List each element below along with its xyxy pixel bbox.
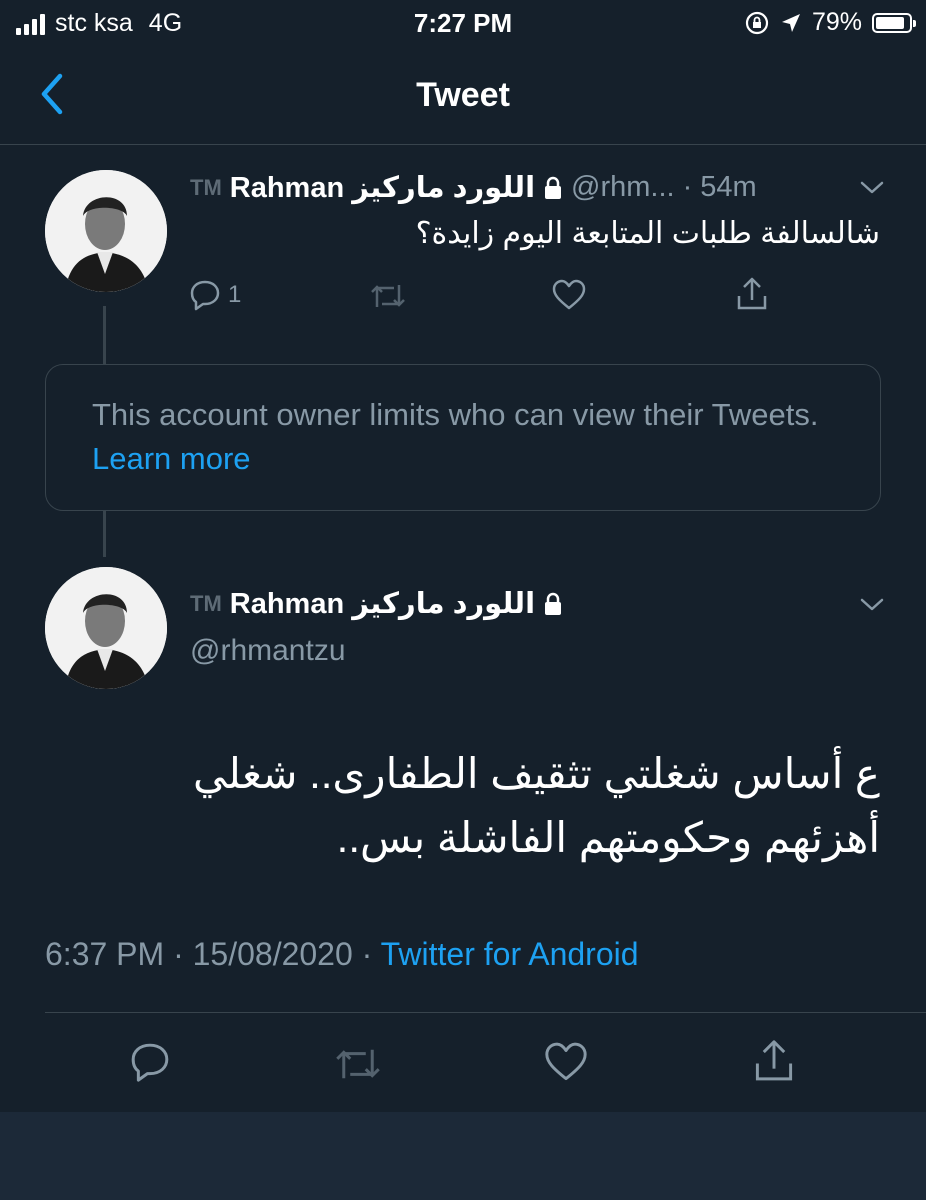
author-name[interactable]: Rahman اللورد ماركيز (230, 170, 535, 205)
status-bar: stc ksa 4G 7:27 PM 79% (0, 0, 926, 46)
tm-label: TM (190, 590, 222, 616)
reply-tweet-header: TM Rahman اللورد ماركيز @rhm... · 54m (190, 170, 757, 205)
reply-composer-bar[interactable] (0, 1112, 926, 1200)
lock-icon (545, 176, 562, 199)
reply-count: 1 (228, 281, 242, 308)
separator-dot: · (682, 171, 693, 203)
avatar[interactable] (45, 567, 167, 689)
tweet-detail-screen: stc ksa 4G 7:27 PM 79% Tweet TM Rahman ا… (0, 0, 926, 1200)
tweet-actions (0, 1040, 926, 1090)
thread-line (103, 511, 106, 557)
like-button[interactable] (543, 1040, 589, 1084)
reply-icon (190, 280, 220, 311)
share-icon (737, 277, 767, 310)
retweet-button[interactable] (332, 1042, 384, 1086)
tweet-actions: 1 (188, 276, 788, 318)
reply-button[interactable] (128, 1040, 172, 1084)
share-button[interactable] (735, 276, 769, 312)
limited-account-notice: This account owner limits who can view t… (45, 364, 881, 511)
retweet-button[interactable] (368, 279, 408, 313)
tweet-text: شالسالفة طلبات المتابعة اليوم زايدة؟ (415, 217, 880, 250)
lock-icon (545, 592, 562, 615)
retweet-icon (371, 285, 405, 307)
tweet-age: 54m (700, 171, 757, 203)
author-name[interactable]: Rahman اللورد ماركيز (230, 586, 535, 621)
tm-label: TM (190, 174, 222, 200)
chevron-down-icon[interactable] (859, 597, 885, 613)
thread-line (103, 306, 106, 364)
tweet-timestamp: 6:37 PM · 15/08/2020 · (45, 936, 373, 972)
retweet-icon (336, 1049, 380, 1079)
tweet-meta: 6:37 PM · 15/08/2020 · Twitter for Andro… (45, 936, 639, 973)
orientation-lock-icon (745, 11, 769, 34)
tweet-source-link[interactable]: Twitter for Android (381, 936, 639, 972)
main-tweet-header: TM Rahman اللورد ماركيز (190, 586, 563, 621)
share-icon (755, 1040, 793, 1081)
reply-button[interactable]: 1 (188, 278, 241, 312)
reply-icon (131, 1043, 169, 1082)
like-button[interactable] (551, 278, 587, 312)
battery-icon (872, 12, 916, 33)
battery-percent: 79% (811, 8, 862, 36)
divider (45, 1012, 926, 1013)
learn-more-link[interactable]: Learn more (92, 441, 251, 476)
nav-header: Tweet (0, 46, 926, 145)
tweet-text: ع أساس شغلتي تثقيف الطفارى.. شغلي أهزئهم… (193, 750, 880, 861)
chevron-down-icon[interactable] (859, 180, 885, 196)
like-icon (552, 279, 586, 310)
share-button[interactable] (752, 1038, 796, 1084)
avatar[interactable] (45, 170, 167, 292)
author-handle[interactable]: @rhm... (571, 171, 675, 204)
status-bar-right: 79% (744, 8, 916, 37)
like-icon (545, 1042, 587, 1081)
author-handle[interactable]: @rhmantzu (190, 634, 346, 668)
location-icon (781, 13, 800, 32)
notice-text: This account owner limits who can view t… (92, 397, 819, 432)
page-title: Tweet (416, 76, 510, 114)
